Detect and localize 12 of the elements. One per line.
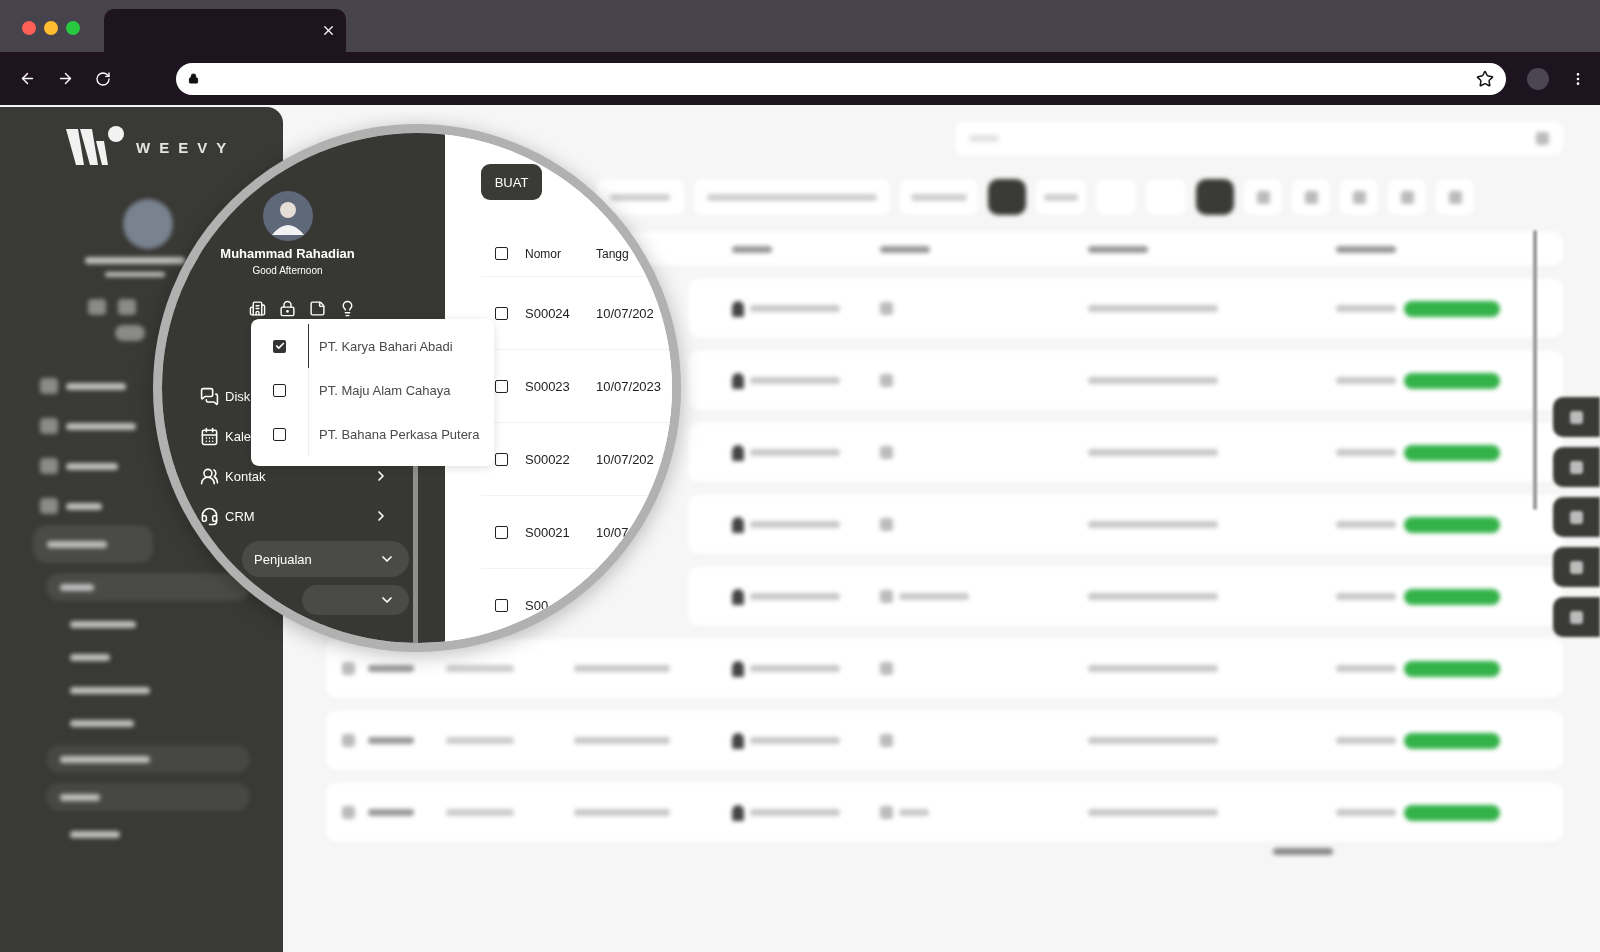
user-name: Muhammad Rahadian (220, 246, 355, 261)
logo-text: WEEVY (136, 138, 236, 156)
order-date: 10/07/202 (596, 305, 654, 321)
order-number: S00024 (525, 305, 571, 321)
order-date: 10/07/202 (596, 451, 654, 467)
order-date: 10/07 (596, 524, 629, 540)
order-number: S00023 (525, 378, 571, 394)
greeting-text: Good Afternoon (252, 265, 323, 276)
order-number: S00022 (525, 451, 571, 467)
order-date: 10/07/2023 (596, 378, 662, 394)
order-number: S00021 (525, 524, 571, 540)
order-number: S00 (525, 597, 550, 613)
